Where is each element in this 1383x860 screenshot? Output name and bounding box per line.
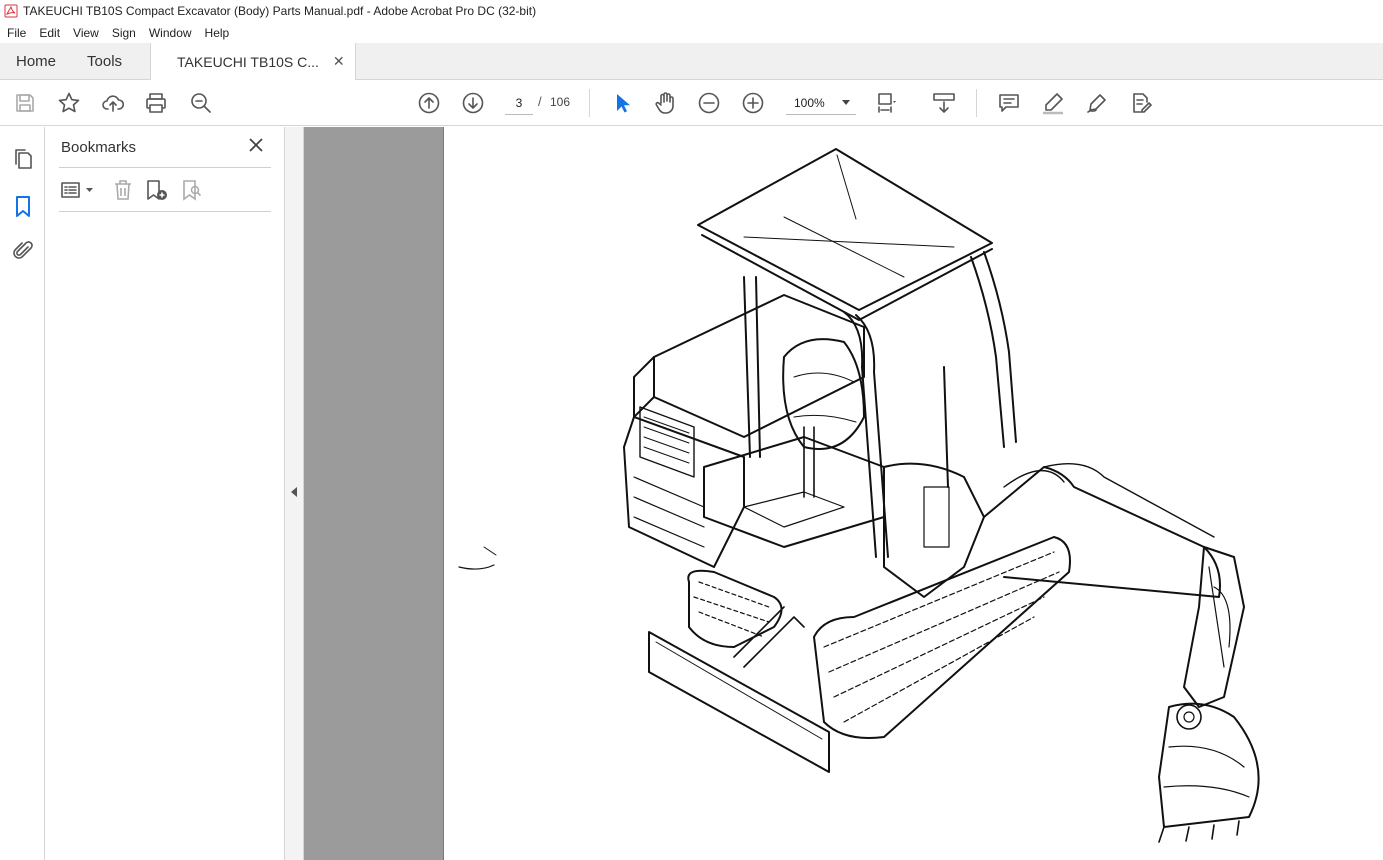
- tab-document-label: TAKEUCHI TB10S C...: [177, 53, 319, 70]
- add-bookmark-icon[interactable]: [145, 178, 169, 202]
- page-number-input[interactable]: 3: [505, 91, 533, 115]
- sign-icon[interactable]: [1085, 91, 1109, 115]
- bookmark-star-icon[interactable]: [57, 91, 81, 115]
- menu-file[interactable]: File: [0, 26, 32, 40]
- window-titlebar: TAKEUCHI TB10S Compact Excavator (Body) …: [0, 0, 1383, 22]
- tab-tools[interactable]: Tools: [71, 43, 137, 79]
- page-down-icon[interactable]: [461, 91, 485, 115]
- close-tab-icon[interactable]: ✕: [333, 53, 345, 70]
- excavator-illustration: [458, 148, 1260, 843]
- tab-home[interactable]: Home: [0, 43, 71, 79]
- document-viewport[interactable]: [304, 127, 1383, 860]
- select-pointer-icon[interactable]: [610, 91, 634, 115]
- upload-cloud-icon[interactable]: [101, 91, 125, 115]
- delete-bookmark-icon[interactable]: [111, 178, 135, 202]
- panel-collapse-strip[interactable]: [285, 127, 304, 860]
- print-icon[interactable]: [144, 91, 168, 115]
- chevron-down-icon: [842, 100, 850, 105]
- page-total: 106: [550, 95, 571, 109]
- bookmarks-panel: Bookmarks: [45, 127, 285, 860]
- toolbar-divider: [589, 89, 590, 117]
- menu-view[interactable]: View: [66, 26, 105, 40]
- attachments-paperclip-icon[interactable]: [11, 239, 35, 263]
- page-separator: /: [538, 94, 542, 109]
- tab-document[interactable]: TAKEUCHI TB10S C... ✕: [150, 43, 356, 80]
- edit-pdf-icon[interactable]: [1129, 91, 1153, 115]
- menu-window[interactable]: Window: [142, 26, 198, 40]
- zoom-select[interactable]: 100%: [786, 91, 856, 115]
- zoom-in-icon[interactable]: [741, 91, 765, 115]
- bookmark-options-icon[interactable]: [60, 178, 96, 202]
- left-navigation-rail: [0, 127, 45, 860]
- zoom-out-icon[interactable]: [697, 91, 721, 115]
- bookmarks-panel-icon[interactable]: [11, 194, 35, 218]
- page-up-icon[interactable]: [417, 91, 441, 115]
- toolbar-divider: [976, 89, 977, 117]
- zoom-value: 100%: [794, 96, 825, 110]
- panel-divider: [59, 211, 271, 212]
- save-icon[interactable]: [13, 91, 37, 115]
- pdf-page: [443, 127, 1383, 860]
- search-zoom-icon[interactable]: [189, 91, 213, 115]
- collapse-arrow-icon[interactable]: [291, 487, 297, 497]
- menu-edit[interactable]: Edit: [32, 26, 66, 40]
- menu-sign[interactable]: Sign: [105, 26, 142, 40]
- bookmarks-title: Bookmarks: [61, 139, 137, 156]
- highlight-pen-icon[interactable]: [1041, 91, 1065, 115]
- tab-bar: Home Tools TAKEUCHI TB10S C... ✕: [0, 43, 1383, 80]
- panel-divider: [59, 167, 271, 168]
- scroll-mode-icon[interactable]: [932, 91, 956, 115]
- hand-icon[interactable]: [653, 91, 677, 115]
- acrobat-icon: [4, 4, 18, 18]
- page-thumbnails-icon[interactable]: [11, 147, 35, 171]
- window-title: TAKEUCHI TB10S Compact Excavator (Body) …: [23, 4, 537, 18]
- bookmark-from-selection-icon[interactable]: [180, 178, 204, 202]
- menu-bar: File Edit View Sign Window Help: [0, 22, 1383, 43]
- menu-help[interactable]: Help: [198, 26, 236, 40]
- main-toolbar: 3 / 106 100%: [0, 80, 1383, 126]
- close-icon[interactable]: [248, 137, 264, 153]
- comment-icon[interactable]: [997, 91, 1021, 115]
- page-fit-icon[interactable]: [876, 91, 900, 115]
